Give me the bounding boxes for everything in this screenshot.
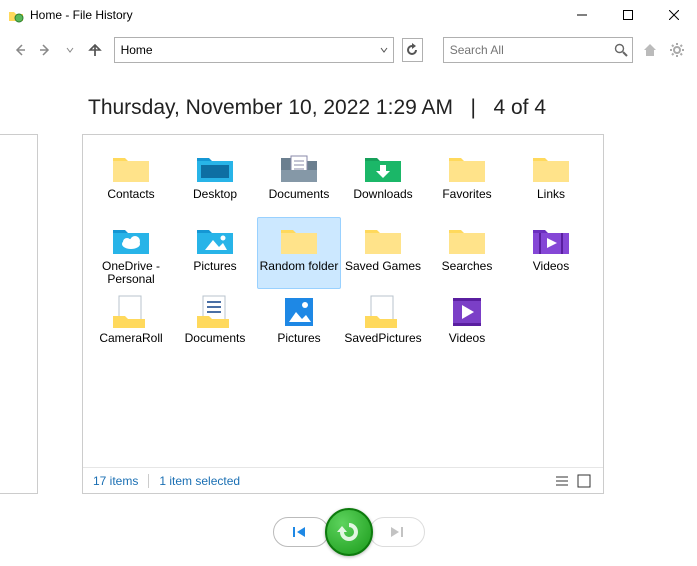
item-OneDrive[interactable]: OneDrive - Personal <box>89 217 173 289</box>
folder-vids-icon <box>529 220 573 260</box>
lib-cam-icon <box>361 292 405 332</box>
toolbar <box>0 30 697 70</box>
lib-pics-icon <box>277 292 321 332</box>
up-button[interactable] <box>85 38 106 62</box>
folder-pics-icon <box>193 220 237 260</box>
history-controls <box>0 508 697 556</box>
item-Documents[interactable]: Documents <box>257 145 341 217</box>
item-label: Searches <box>442 260 493 273</box>
folder-docs-icon <box>277 148 321 188</box>
refresh-button[interactable] <box>402 38 423 62</box>
item-label: CameraRoll <box>99 332 162 345</box>
lib-docs-icon <box>193 292 237 332</box>
home-icon[interactable] <box>641 39 660 61</box>
item-LibSavedPics[interactable]: SavedPictures <box>341 289 425 361</box>
item-label: Pictures <box>193 260 236 273</box>
lib-vids-icon <box>445 292 489 332</box>
gear-icon[interactable] <box>668 39 687 61</box>
item-LibVids[interactable]: Videos <box>425 289 509 361</box>
folder-yellow-icon <box>109 148 153 188</box>
item-Random[interactable]: Random folder <box>257 217 341 289</box>
item-CameraRoll[interactable]: CameraRoll <box>89 289 173 361</box>
item-label: Contacts <box>107 188 154 201</box>
item-label: Desktop <box>193 188 237 201</box>
lib-cam-icon <box>109 292 153 332</box>
folder-yellow-icon <box>529 148 573 188</box>
view-details-button[interactable] <box>553 472 571 490</box>
view-large-button[interactable] <box>575 472 593 490</box>
restore-button[interactable] <box>325 508 373 556</box>
address-dropdown[interactable] <box>375 46 393 54</box>
app-icon <box>8 7 24 23</box>
forward-button[interactable] <box>35 38 56 62</box>
window-title: Home - File History <box>30 8 133 22</box>
search-input[interactable] <box>444 38 611 62</box>
folder-yellow-icon <box>277 220 321 260</box>
folder-yellow-icon <box>445 220 489 260</box>
folder-yellow-icon <box>445 148 489 188</box>
folder-yellow-icon <box>361 220 405 260</box>
item-label: Pictures <box>277 332 320 345</box>
folder-cloud-icon <box>109 220 153 260</box>
status-separator <box>148 474 149 488</box>
status-selection: 1 item selected <box>159 474 240 488</box>
item-label: Links <box>537 188 565 201</box>
item-LibDocs[interactable]: Documents <box>173 289 257 361</box>
item-label: Favorites <box>442 188 491 201</box>
folder-down-icon <box>361 148 405 188</box>
item-label: SavedPictures <box>344 332 421 345</box>
item-Contacts[interactable]: Contacts <box>89 145 173 217</box>
item-label: Videos <box>533 260 569 273</box>
item-label: Random folder <box>260 260 339 273</box>
search-icon[interactable] <box>611 43 632 57</box>
next-version-button[interactable] <box>369 517 425 547</box>
item-Pictures[interactable]: Pictures <box>173 217 257 289</box>
item-label: OneDrive - Personal <box>91 260 171 286</box>
item-Videos[interactable]: Videos <box>509 217 593 289</box>
recent-dropdown[interactable] <box>60 38 81 62</box>
item-label: Documents <box>269 188 330 201</box>
status-count: 17 items <box>93 474 138 488</box>
item-label: Documents <box>185 332 246 345</box>
titlebar: Home - File History <box>0 0 697 30</box>
back-button[interactable] <box>10 38 31 62</box>
item-label: Saved Games <box>345 260 421 273</box>
item-SavedGames[interactable]: Saved Games <box>341 217 425 289</box>
snapshot-pager: 4 of 4 <box>493 96 546 119</box>
snapshot-timestamp: Thursday, November 10, 2022 1:29 AM <box>88 96 453 119</box>
item-label: Downloads <box>353 188 412 201</box>
status-bar: 17 items 1 item selected <box>83 467 603 493</box>
snapshot-heading: Thursday, November 10, 2022 1:29 AM | 4 … <box>88 96 697 120</box>
prev-version-button[interactable] <box>273 517 329 547</box>
maximize-button[interactable] <box>605 0 651 30</box>
file-pane: Contacts Desktop Documents Downloads Favorit… <box>82 134 604 494</box>
prev-snapshot-sliver[interactable] <box>0 134 38 494</box>
item-Searches[interactable]: Searches <box>425 217 509 289</box>
item-Downloads[interactable]: Downloads <box>341 145 425 217</box>
item-Desktop[interactable]: Desktop <box>173 145 257 217</box>
close-button[interactable] <box>651 0 697 30</box>
minimize-button[interactable] <box>559 0 605 30</box>
folder-blue-icon <box>193 148 237 188</box>
item-Links[interactable]: Links <box>509 145 593 217</box>
item-Favorites[interactable]: Favorites <box>425 145 509 217</box>
item-LibPics[interactable]: Pictures <box>257 289 341 361</box>
item-label: Videos <box>449 332 485 345</box>
address-input[interactable] <box>115 38 375 62</box>
